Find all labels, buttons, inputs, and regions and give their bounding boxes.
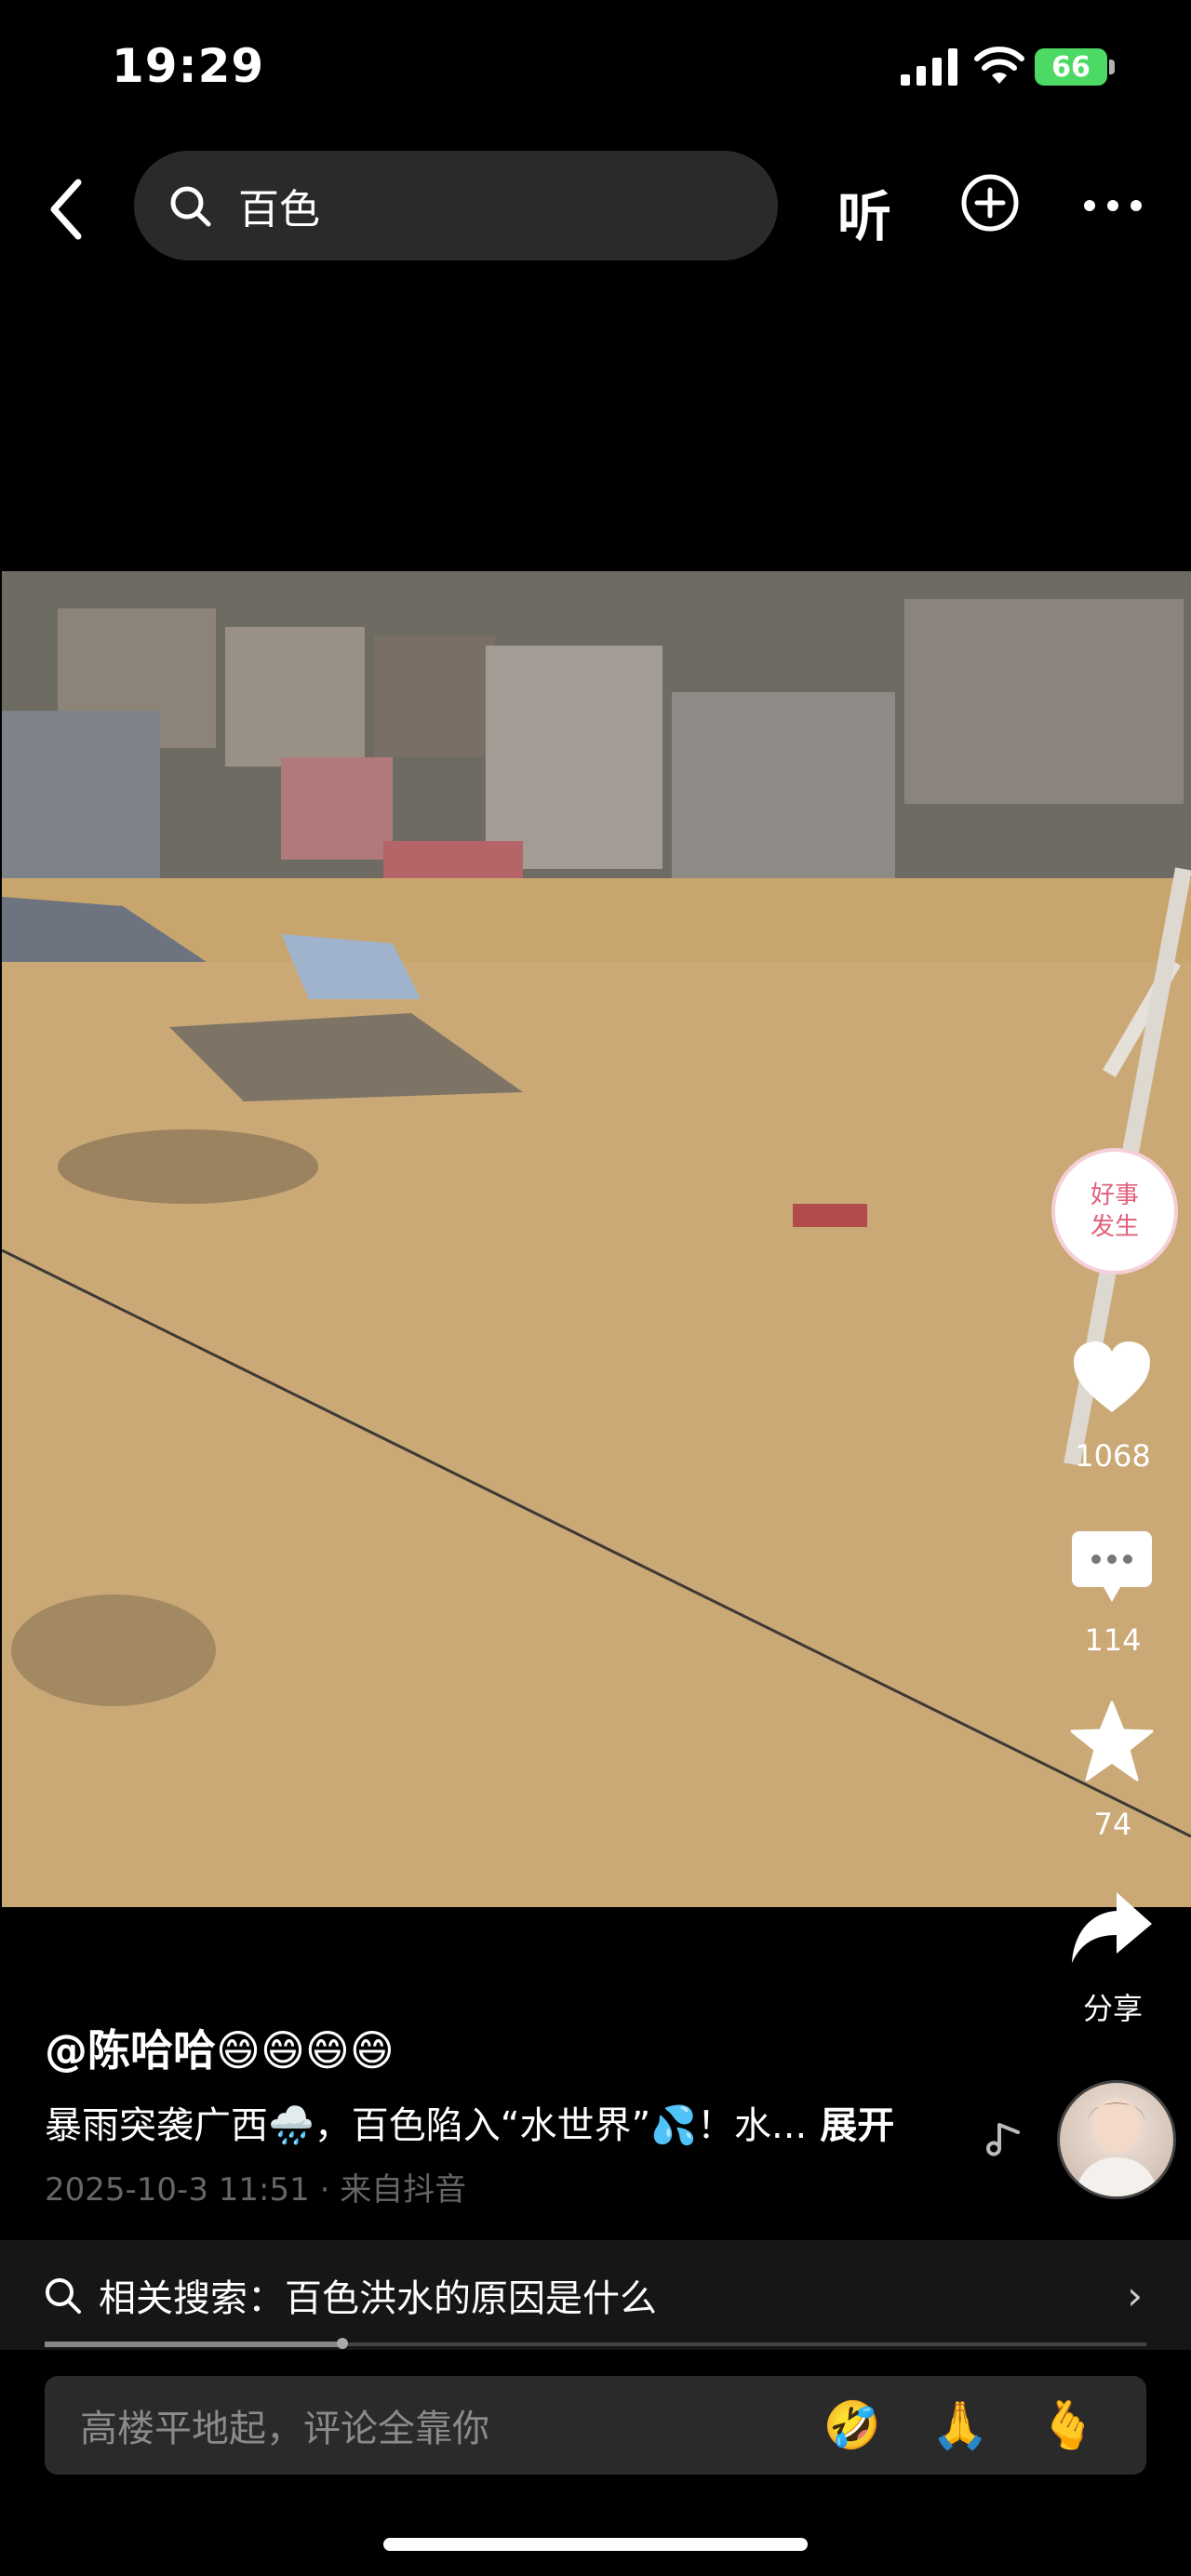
back-arrow-icon[interactable] [45, 177, 91, 242]
related-search-text: 相关搜索：百色洪水的原因是什么 [99, 2277, 657, 2320]
emoji-praying-hands-button[interactable]: 🙏 [930, 2396, 990, 2455]
battery-indicator: 66 [1035, 48, 1107, 86]
emoji-finger-heart-button[interactable]: 🫰 [1038, 2396, 1098, 2455]
status-time: 19:29 [112, 39, 265, 93]
author-name[interactable]: @陈哈哈😄😄😄😄 [45, 2017, 395, 2078]
like-count: 1068 [1075, 1438, 1151, 1474]
expand-caption-button[interactable]: 展开 [820, 2104, 894, 2147]
favorite-star-icon[interactable] [1070, 1701, 1154, 1782]
comment-count: 114 [1084, 1622, 1142, 1658]
search-icon [170, 186, 211, 227]
video-player[interactable] [2, 571, 1191, 1907]
more-options-icon[interactable] [1083, 199, 1143, 212]
like-heart-icon[interactable] [1072, 1340, 1152, 1414]
share-arrow-icon[interactable] [1070, 1889, 1154, 1967]
creator-badge[interactable]: 好事 发生 [1051, 1148, 1178, 1275]
flood-scene-image [2, 571, 1191, 1907]
emoji-laughing-button[interactable]: 🤣 [823, 2396, 882, 2455]
listen-button[interactable]: 听 [837, 173, 891, 251]
meta-separator: · [319, 2171, 341, 2209]
related-search-bar[interactable]: 相关搜索：百色洪水的原因是什么 › [0, 2240, 1191, 2350]
badge-line-1: 好事 [1090, 1181, 1139, 1209]
search-query-text: 百色 [238, 186, 320, 234]
avatar-portrait [1075, 2098, 1158, 2196]
comment-bubble-icon[interactable] [1072, 1529, 1152, 1604]
post-date: 2025-10-3 11:51 [45, 2171, 310, 2209]
add-circle-icon[interactable] [960, 173, 1020, 233]
comment-input-placeholder[interactable]: 高楼平地起，评论全靠你 [80, 2398, 823, 2452]
video-progress-fill [45, 2342, 342, 2347]
badge-line-2: 发生 [1090, 1213, 1139, 1241]
battery-tip [1109, 60, 1115, 74]
video-progress-handle[interactable] [337, 2338, 348, 2349]
share-label[interactable]: 分享 [1048, 1985, 1178, 2028]
music-note-icon[interactable] [986, 2117, 1027, 2158]
video-caption: 暴雨突袭广西🌧️，百色陷入“水世界”💦！水... 展开 [45, 2095, 984, 2149]
author-avatar[interactable] [1057, 2080, 1176, 2199]
chevron-right-icon: › [1127, 2272, 1143, 2318]
search-bar[interactable]: 百色 [134, 151, 778, 260]
post-source: 来自抖音 [340, 2171, 467, 2209]
search-icon [46, 2278, 81, 2314]
home-indicator[interactable] [383, 2538, 808, 2551]
wifi-icon [974, 47, 1024, 84]
caption-text: 暴雨突袭广西🌧️，百色陷入“水世界”💦！水... [45, 2104, 808, 2147]
post-meta: 2025-10-3 11:51 · 来自抖音 [45, 2164, 466, 2209]
favorite-count: 74 [1093, 1807, 1132, 1842]
comment-input-bar[interactable]: 高楼平地起，评论全靠你 🤣 🙏 🫰 [45, 2376, 1146, 2475]
cellular-signal-icon [901, 48, 957, 86]
